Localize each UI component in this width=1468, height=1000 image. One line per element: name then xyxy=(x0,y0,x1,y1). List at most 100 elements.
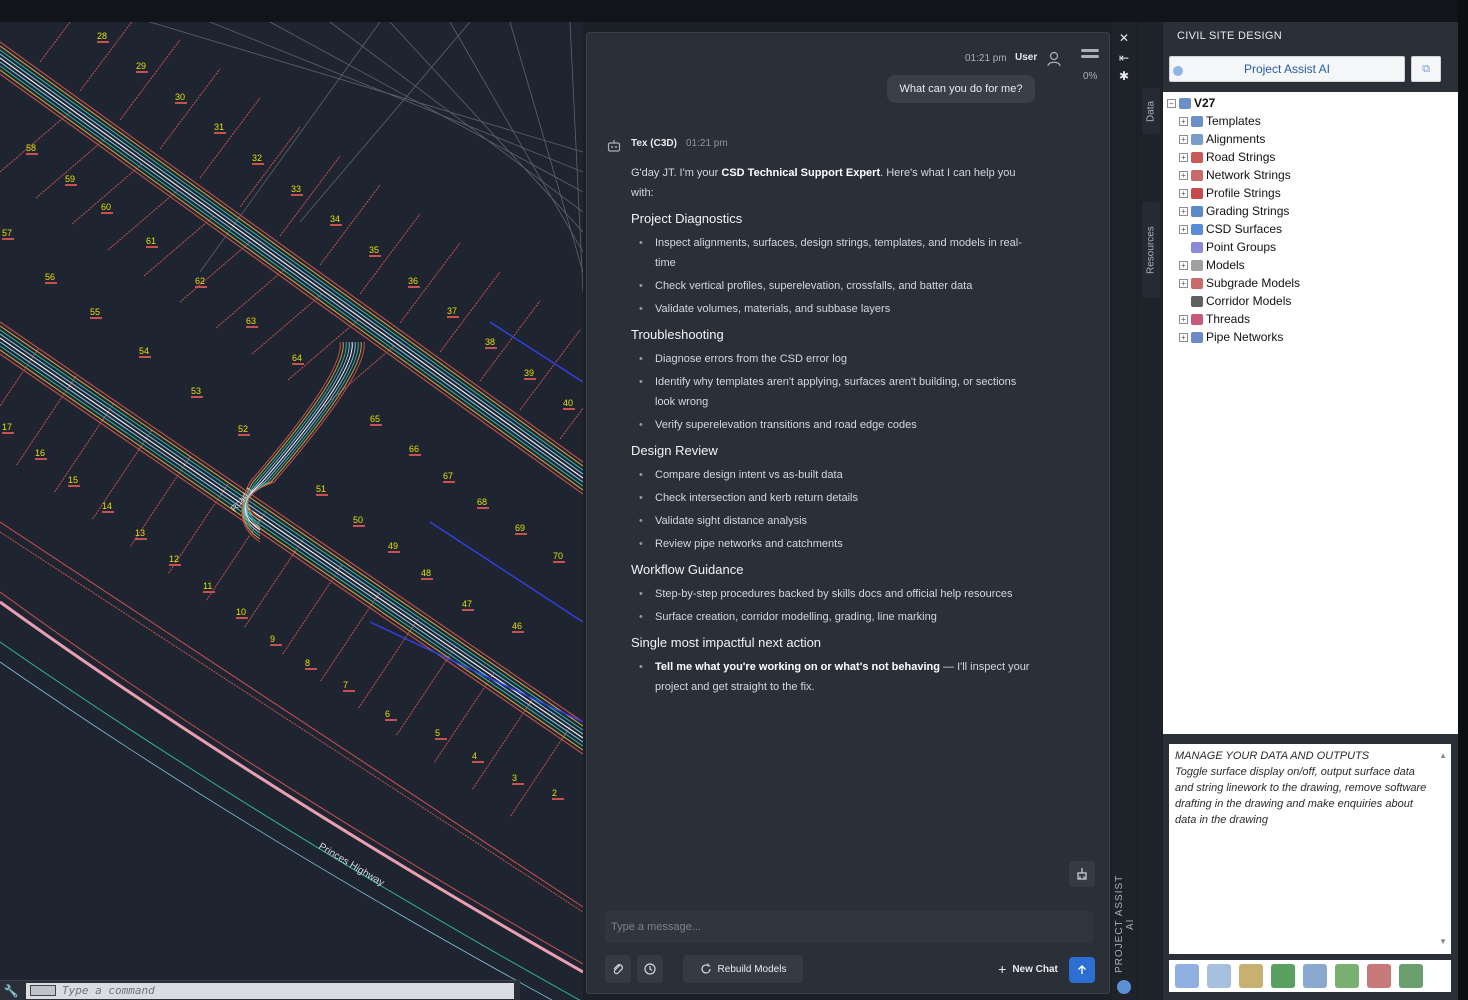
tool-points-icon[interactable] xyxy=(1239,964,1263,988)
expand-toggle-icon[interactable]: + xyxy=(1179,278,1188,288)
expand-toggle-icon[interactable]: + xyxy=(1179,152,1188,162)
cad-drawing[interactable]: 2829303132333435363738394058596061626364… xyxy=(0,22,583,1000)
menu-icon[interactable] xyxy=(1081,49,1099,63)
wrench-icon[interactable]: 🔧 xyxy=(0,981,22,1000)
project-assist-button[interactable]: Project Assist AI xyxy=(1169,56,1405,82)
section-list: Inspect alignments, surfaces, design str… xyxy=(631,233,1031,319)
rebuild-models-button[interactable]: Rebuild Models xyxy=(683,955,803,983)
gear-icon[interactable]: ✱ xyxy=(1118,69,1130,83)
close-icon[interactable]: ✕ xyxy=(1118,31,1130,45)
expand-toggle-icon[interactable]: + xyxy=(1179,134,1188,144)
cad-path xyxy=(369,621,583,723)
expand-toggle-icon[interactable]: + xyxy=(1179,332,1188,342)
expand-toggle-icon[interactable]: + xyxy=(1179,170,1188,180)
expand-toggle-icon[interactable]: + xyxy=(1179,314,1188,324)
data-tree[interactable]: − V27 + Templates + Alignments + Road Strings… xyxy=(1163,92,1458,734)
cad-path xyxy=(0,61,583,483)
tool-surface-icon[interactable] xyxy=(1207,964,1231,988)
tree-item[interactable]: + CSD Surfaces xyxy=(1179,220,1282,238)
tree-item[interactable]: + Pipe Networks xyxy=(1179,328,1283,346)
lot-number: 66 xyxy=(409,444,419,454)
copy-button[interactable]: ⧉ xyxy=(1411,56,1441,82)
history-button[interactable] xyxy=(637,955,663,983)
expand-toggle-icon[interactable]: + xyxy=(1179,224,1188,234)
arrow-up-icon xyxy=(1078,965,1086,974)
tool-row xyxy=(1169,960,1451,992)
collapse-icon[interactable]: ⇤ xyxy=(1118,51,1130,65)
tree-item[interactable]: + Subgrade Models xyxy=(1179,274,1300,292)
lot-number: 46 xyxy=(512,621,522,631)
user-icon xyxy=(1047,51,1061,67)
cad-line xyxy=(159,68,221,150)
cad-line xyxy=(209,22,583,173)
expand-toggle-icon[interactable]: + xyxy=(1179,116,1188,126)
clear-chat-button[interactable] xyxy=(1069,861,1095,887)
attach-button[interactable] xyxy=(605,955,631,983)
expand-toggle-icon[interactable]: + xyxy=(1179,206,1188,216)
lot-number: 69 xyxy=(515,523,525,533)
assist-logo-icon[interactable] xyxy=(1117,980,1131,994)
tree-item[interactable]: + Grading Strings xyxy=(1179,202,1289,220)
tree-item-icon xyxy=(1191,277,1203,289)
tree-root[interactable]: − V27 xyxy=(1167,94,1215,112)
bot-name: Tex (C3D) xyxy=(631,138,677,149)
section-heading: Design Review xyxy=(631,443,718,458)
lot-number: 48 xyxy=(421,568,431,578)
cad-path xyxy=(489,321,583,383)
command-history-icon[interactable] xyxy=(30,985,56,996)
scroll-up-icon[interactable]: ▲ xyxy=(1439,748,1447,764)
tree-item[interactable]: + Models xyxy=(1179,256,1245,274)
tree-item[interactable]: + Road Strings xyxy=(1179,148,1275,166)
cad-path xyxy=(0,345,583,747)
tab-data[interactable]: Data xyxy=(1142,88,1160,134)
tree-item[interactable]: + Threads xyxy=(1179,310,1250,328)
lot-number: 11 xyxy=(203,581,212,591)
tree-item[interactable]: + Templates xyxy=(1179,112,1261,130)
tool-settings-icon[interactable] xyxy=(1175,964,1199,988)
send-button[interactable] xyxy=(1069,957,1095,983)
cad-path xyxy=(0,591,583,965)
scroll-down-icon[interactable]: ▼ xyxy=(1439,934,1447,950)
lot-number: 2 xyxy=(552,788,557,798)
section-heading: Troubleshooting xyxy=(631,327,724,342)
command-input[interactable]: Type a command xyxy=(26,982,514,999)
list-item: Validate volumes, materials, and subbase… xyxy=(631,299,1031,319)
tool-excel-icon[interactable] xyxy=(1271,964,1295,988)
tree-item[interactable]: Corridor Models xyxy=(1179,292,1291,310)
cad-line xyxy=(39,22,71,63)
lot-number: 13 xyxy=(135,528,145,538)
tree-item[interactable]: + Alignments xyxy=(1179,130,1265,148)
new-chat-label: New Chat xyxy=(1012,963,1058,975)
collapse-toggle-icon[interactable]: − xyxy=(1167,98,1176,108)
tree-item[interactable]: + Network Strings xyxy=(1179,166,1291,184)
new-chat-button[interactable]: + New Chat xyxy=(983,955,1073,983)
lot-number: 70 xyxy=(553,551,563,561)
tool-remove-icon[interactable] xyxy=(1399,964,1423,988)
message-input[interactable] xyxy=(611,921,1093,933)
list-item: Check vertical profiles, superelevation,… xyxy=(631,276,1031,296)
tool-cube-icon[interactable] xyxy=(1303,964,1327,988)
lot-number: 47 xyxy=(462,599,472,609)
cad-path xyxy=(0,641,581,1000)
tree-item-icon xyxy=(1191,187,1203,199)
lot-number: 31 xyxy=(214,122,224,132)
list-item: Verify superelevation transitions and ro… xyxy=(631,415,1031,435)
cad-viewport[interactable]: 28 29 30 31 32 33 34 35 36 37 38 39 40 58 59 60 61 62 63 64… xyxy=(0,22,583,1000)
tool-export-icon[interactable] xyxy=(1335,964,1359,988)
expand-toggle-icon[interactable]: + xyxy=(1179,260,1188,270)
tree-root-label: V27 xyxy=(1194,96,1216,110)
tool-text-icon[interactable] xyxy=(1367,964,1391,988)
list-item: Diagnose errors from the CSD error log xyxy=(631,349,1031,369)
cad-line xyxy=(0,531,583,913)
lot-number: 35 xyxy=(369,245,379,255)
expand-toggle-icon[interactable]: + xyxy=(1179,188,1188,198)
tree-item[interactable]: + Profile Strings xyxy=(1179,184,1281,202)
paperclip-icon xyxy=(613,964,623,975)
lot-number: 34 xyxy=(330,214,340,224)
cad-line xyxy=(107,189,179,251)
tree-item[interactable]: Point Groups xyxy=(1179,238,1276,256)
tab-resources[interactable]: Resources xyxy=(1142,202,1160,298)
lot-number: 56 xyxy=(45,272,55,282)
lot-number: 9 xyxy=(270,634,275,644)
lot-number: 17 xyxy=(2,422,12,432)
